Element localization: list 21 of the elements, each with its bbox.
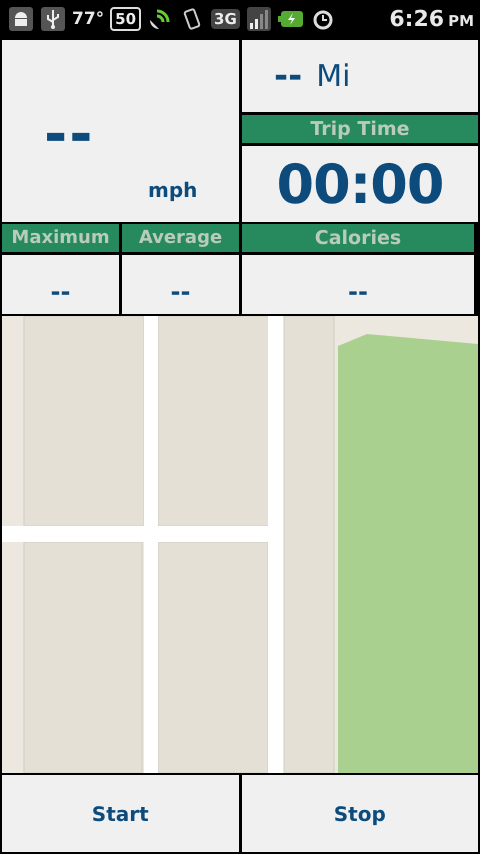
stat-header: Average xyxy=(122,224,239,252)
network-type-badge: 3G xyxy=(211,9,240,29)
clock-time: 6:26 xyxy=(389,6,444,32)
speed-value: -- xyxy=(44,102,94,167)
signal-icon xyxy=(246,6,272,32)
stop-button[interactable]: Stop xyxy=(242,775,478,852)
trip-time-header: Trip Time xyxy=(242,115,478,143)
clock-meridiem: PM xyxy=(448,12,474,30)
stat-header: Maximum xyxy=(2,224,119,252)
start-button[interactable]: Start xyxy=(2,775,238,852)
temperature: 77° xyxy=(72,9,104,29)
trip-time-value: 00:00 xyxy=(276,152,444,216)
stat-value: -- xyxy=(170,278,190,306)
distance-value: -- xyxy=(274,56,302,96)
usb-icon xyxy=(40,6,66,32)
stat-header: Calories xyxy=(242,224,474,252)
distance-unit: Mi xyxy=(316,58,350,94)
battery-saver-badge: 50 xyxy=(110,7,142,31)
stat-value: -- xyxy=(50,278,70,306)
speed-unit: mph xyxy=(148,178,198,202)
stat-value: -- xyxy=(348,278,368,306)
